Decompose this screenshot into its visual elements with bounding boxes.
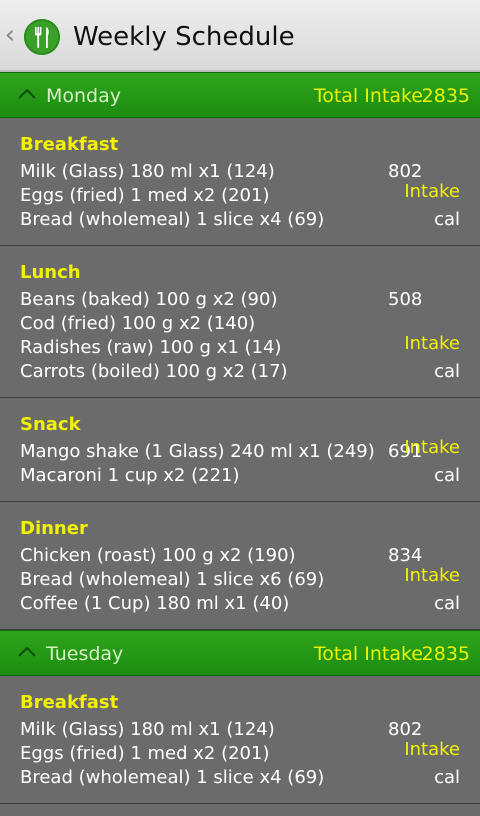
- day-header-monday[interactable]: Monday Total Intake 2835: [0, 72, 480, 118]
- total-intake-value: 2835: [421, 85, 470, 107]
- meal-name: Breakfast: [20, 134, 119, 155]
- food-item: Beans (baked) 100 g x2 (90): [20, 289, 278, 310]
- meal-intake-unit: cal: [434, 767, 460, 788]
- action-bar: ‹ Weekly Schedule: [0, 0, 480, 72]
- chevron-up-icon: [18, 646, 36, 657]
- food-item: Bread (wholemeal) 1 slice x6 (69): [20, 569, 325, 590]
- back-chevron-icon[interactable]: ‹: [2, 20, 18, 50]
- meal-intake-label: Intake: [404, 181, 460, 202]
- total-intake-label: Total Intake: [313, 643, 423, 665]
- total-intake-value: 2835: [421, 643, 470, 665]
- meal-intake-value: 508: [388, 289, 423, 310]
- meal-intake-label: Intake: [404, 739, 460, 760]
- day-header-tuesday[interactable]: Tuesday Total Intake 2835: [0, 630, 480, 676]
- chevron-up-icon: [18, 88, 36, 99]
- meal-card-dinner[interactable]: Dinner Chicken (roast) 100 g x2 (190) Br…: [0, 502, 480, 630]
- meal-intake-unit: cal: [434, 465, 460, 486]
- food-item: Radishes (raw) 100 g x1 (14): [20, 337, 282, 358]
- meal-intake-label: Intake: [404, 437, 460, 458]
- meal-name: Dinner: [20, 518, 88, 539]
- food-item: Chicken (roast) 100 g x2 (190): [20, 545, 296, 566]
- day-name: Tuesday: [46, 643, 124, 665]
- food-item: Bread (wholemeal) 1 slice x4 (69): [20, 767, 325, 788]
- meal-card-snack[interactable]: Snack Mango shake (1 Glass) 240 ml x1 (2…: [0, 398, 480, 502]
- food-item: Milk (Glass) 180 ml x1 (124): [20, 161, 275, 182]
- meal-intake-label: Intake: [404, 333, 460, 354]
- meal-card-lunch[interactable]: Lunch Beans (baked) 100 g x2 (90) Cod (f…: [0, 246, 480, 398]
- food-item: Mango shake (1 Glass) 240 ml x1 (249): [20, 441, 375, 462]
- meal-name: Breakfast: [20, 692, 119, 713]
- food-item: Eggs (fried) 1 med x2 (201): [20, 743, 270, 764]
- day-name: Monday: [46, 85, 122, 107]
- meal-card-breakfast[interactable]: Breakfast Milk (Glass) 180 ml x1 (124) E…: [0, 676, 480, 804]
- meal-intake-label: Intake: [404, 565, 460, 586]
- meal-name: Lunch: [20, 262, 81, 283]
- food-item: Milk (Glass) 180 ml x1 (124): [20, 719, 275, 740]
- meal-card-breakfast[interactable]: Breakfast Milk (Glass) 180 ml x1 (124) E…: [0, 118, 480, 246]
- food-item: Cod (fried) 100 g x2 (140): [20, 313, 256, 334]
- meal-intake-unit: cal: [434, 593, 460, 614]
- meal-intake-unit: cal: [434, 209, 460, 230]
- meal-intake-unit: cal: [434, 361, 460, 382]
- food-item: Bread (wholemeal) 1 slice x4 (69): [20, 209, 325, 230]
- total-intake-label: Total Intake: [313, 85, 423, 107]
- food-item: Eggs (fried) 1 med x2 (201): [20, 185, 270, 206]
- meal-name: Snack: [20, 414, 81, 435]
- food-item: Macaroni 1 cup x2 (221): [20, 465, 240, 486]
- food-item: Carrots (boiled) 100 g x2 (17): [20, 361, 288, 382]
- page-title: Weekly Schedule: [73, 22, 295, 52]
- fork-knife-icon[interactable]: [24, 19, 60, 55]
- food-item: Coffee (1 Cup) 180 ml x1 (40): [20, 593, 290, 614]
